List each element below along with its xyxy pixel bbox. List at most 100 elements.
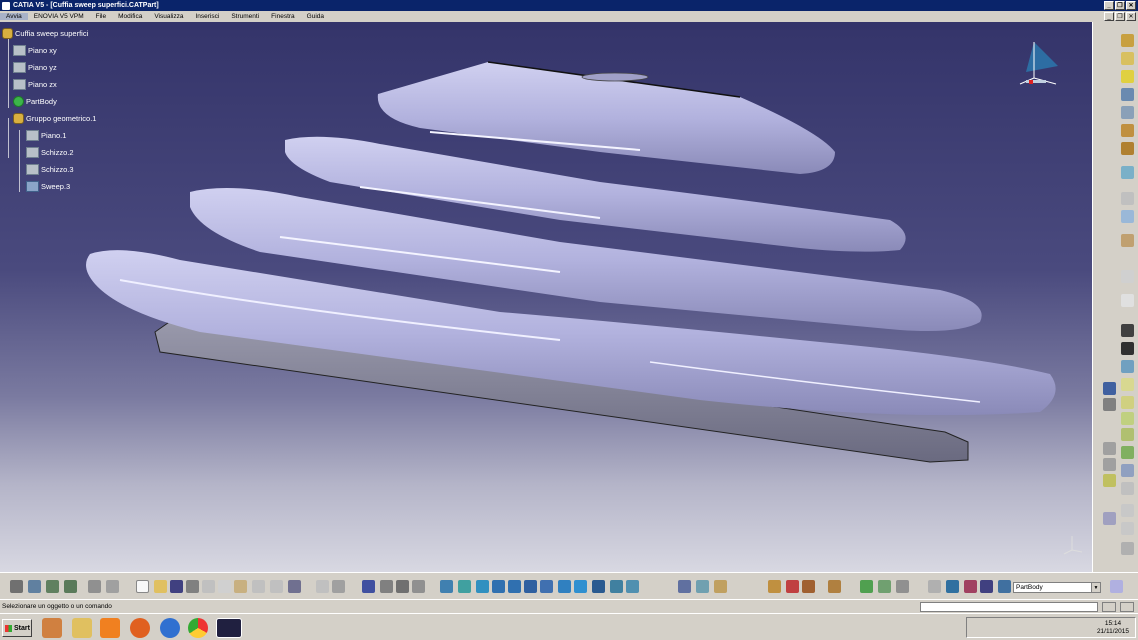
thick-surface-icon[interactable]: [1121, 542, 1134, 555]
tools-icon[interactable]: [46, 580, 59, 593]
axis-system-icon[interactable]: [1103, 512, 1116, 525]
menu-visualizza[interactable]: Visualizza: [148, 13, 189, 20]
parameters-icon[interactable]: [412, 580, 425, 593]
sketcher-icon[interactable]: [10, 580, 23, 593]
thickness-icon[interactable]: [1121, 342, 1134, 355]
define-work-object-icon[interactable]: [696, 580, 709, 593]
firefox-icon[interactable]: [130, 618, 150, 638]
point-icon[interactable]: [1103, 442, 1116, 455]
solid-combine-icon[interactable]: [1121, 210, 1134, 223]
open-file-icon[interactable]: [154, 580, 167, 593]
doc-restore-button[interactable]: ❐: [1115, 12, 1125, 21]
zoom-out-icon[interactable]: [508, 580, 521, 593]
command-input[interactable]: [920, 602, 1098, 612]
help-icon[interactable]: [288, 580, 301, 593]
menu-enovia[interactable]: ENOVIA V5 VPM: [28, 13, 90, 20]
new-file-icon[interactable]: [136, 580, 149, 593]
pan-icon[interactable]: [458, 580, 471, 593]
tree-item-schizzo3[interactable]: Schizzo.3: [26, 164, 74, 175]
redo-icon[interactable]: [270, 580, 283, 593]
undo-icon[interactable]: [252, 580, 265, 593]
body-icon[interactable]: [980, 580, 993, 593]
3d-viewport[interactable]: Cuffia sweep superfici Piano xy Piano yz…: [0, 22, 1092, 572]
plane-tool-icon[interactable]: [1103, 474, 1116, 487]
restore-button[interactable]: ❐: [1115, 1, 1125, 10]
table-icon[interactable]: [362, 580, 375, 593]
apply-material-icon[interactable]: [828, 580, 841, 593]
grid-icon[interactable]: [1103, 382, 1116, 395]
constraint-icon[interactable]: [860, 580, 873, 593]
rotation-icon[interactable]: [1121, 428, 1134, 441]
measure-between-icon[interactable]: [964, 580, 977, 593]
update-icon[interactable]: [714, 580, 727, 593]
tree-item-gruppo[interactable]: Gruppo geometrico.1: [13, 113, 96, 124]
paste-icon[interactable]: [234, 580, 247, 593]
hole-icon[interactable]: [1121, 106, 1134, 119]
menu-file[interactable]: File: [90, 13, 112, 20]
tree-item-partbody[interactable]: PartBody: [13, 96, 57, 107]
replace-face-icon[interactable]: [1121, 396, 1134, 409]
catia-task-icon[interactable]: [216, 618, 242, 638]
menu-guida[interactable]: Guida: [301, 13, 330, 20]
tree-item-sweep3[interactable]: Sweep.3: [26, 181, 70, 192]
fit-all-icon[interactable]: [440, 580, 453, 593]
split-icon[interactable]: [1121, 522, 1134, 535]
start-button[interactable]: Start: [2, 619, 32, 637]
command-stop-button[interactable]: [1120, 602, 1134, 612]
multi-view-icon[interactable]: [540, 580, 553, 593]
doc-close-button[interactable]: ✕: [1126, 12, 1136, 21]
symmetry-icon[interactable]: [1121, 446, 1134, 459]
catalog-icon[interactable]: [380, 580, 393, 593]
chrome-icon[interactable]: [188, 618, 208, 638]
iso-view-icon[interactable]: [558, 580, 571, 593]
save-icon[interactable]: [170, 580, 183, 593]
user-feature-icon[interactable]: [786, 580, 799, 593]
multi-section-icon[interactable]: [1121, 192, 1134, 205]
thread-icon[interactable]: [1121, 360, 1134, 373]
pad-icon[interactable]: [1121, 34, 1134, 47]
pattern-icon[interactable]: [1121, 482, 1134, 495]
dimension-icon[interactable]: [928, 580, 941, 593]
slot-icon[interactable]: [1121, 142, 1134, 155]
groove-icon[interactable]: [1121, 88, 1134, 101]
material-icon[interactable]: [626, 580, 639, 593]
print-icon[interactable]: [186, 580, 199, 593]
shell-icon[interactable]: [1121, 324, 1134, 337]
clock[interactable]: 15:14 21/11/2015: [1097, 620, 1129, 636]
chevron-down-icon[interactable]: ▼: [1091, 583, 1100, 592]
tree-item-piano-yz[interactable]: Piano yz: [13, 62, 57, 73]
menu-finestra[interactable]: Finestra: [265, 13, 300, 20]
copy-icon[interactable]: [218, 580, 231, 593]
cut-icon[interactable]: [202, 580, 215, 593]
reorder-icon[interactable]: [678, 580, 691, 593]
menu-inserisci[interactable]: Inserisci: [190, 13, 226, 20]
minimize-button[interactable]: _: [1104, 1, 1114, 10]
mirror-icon[interactable]: [1121, 464, 1134, 477]
current-body-select[interactable]: PartBody ▼: [1013, 582, 1101, 593]
stiffener-icon[interactable]: [1121, 166, 1134, 179]
shaft-icon[interactable]: [1121, 70, 1134, 83]
line-icon[interactable]: [1103, 458, 1116, 471]
formula-icon[interactable]: [316, 580, 329, 593]
analysis-icon[interactable]: [28, 580, 41, 593]
body-selector-icon[interactable]: [998, 580, 1011, 593]
chamfer-icon[interactable]: [1121, 270, 1134, 283]
tree-item-schizzo2[interactable]: Schizzo.2: [26, 147, 74, 158]
hide-show-icon[interactable]: [592, 580, 605, 593]
compass-tool-icon[interactable]: [106, 580, 119, 593]
rib-icon[interactable]: [1121, 124, 1134, 137]
draft-icon[interactable]: [1121, 294, 1134, 307]
catalog-browser-icon[interactable]: [802, 580, 815, 593]
hierarchy-icon[interactable]: [946, 580, 959, 593]
pocket-icon[interactable]: [1121, 52, 1134, 65]
explorer-icon[interactable]: [72, 618, 92, 638]
compass-icon[interactable]: [1012, 34, 1064, 94]
comment-icon[interactable]: [332, 580, 345, 593]
snap-point-icon[interactable]: [1103, 398, 1116, 411]
tree-item-piano-xy[interactable]: Piano xy: [13, 45, 57, 56]
menu-avvia[interactable]: Avvia: [0, 13, 28, 20]
knowledge-icon[interactable]: [396, 580, 409, 593]
zoom-in-icon[interactable]: [492, 580, 505, 593]
swap-space-icon[interactable]: [610, 580, 623, 593]
doc-minimize-button[interactable]: _: [1104, 12, 1114, 21]
